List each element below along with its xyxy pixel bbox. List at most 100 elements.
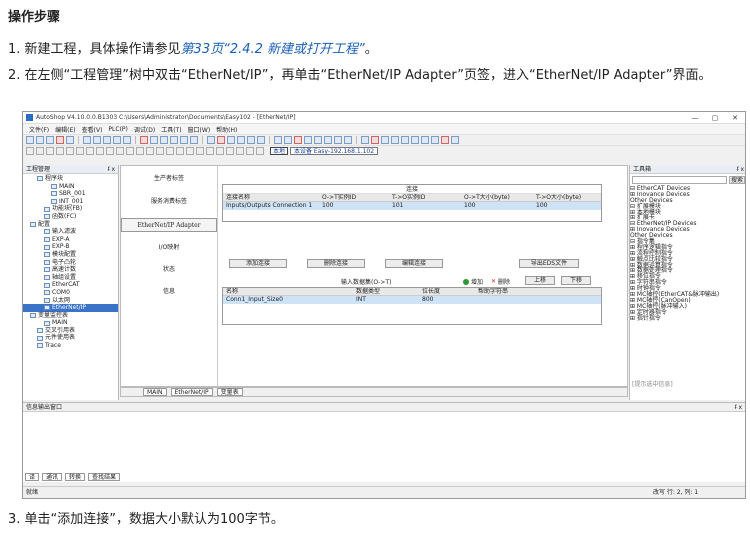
toolbar-button-icon[interactable] — [26, 136, 34, 144]
toolbar-button-icon[interactable] — [46, 136, 54, 144]
move-up-button[interactable]: 上移 — [525, 276, 555, 285]
tree-item[interactable]: EXP-B — [23, 243, 118, 251]
toolbox-item[interactable]: ⊞ 指针指令 — [630, 315, 745, 322]
toolbar-button-icon[interactable] — [140, 136, 148, 144]
toolbar-button-icon[interactable] — [190, 136, 198, 144]
toolbar-button-icon[interactable] — [401, 136, 409, 144]
ladder-tool-icon[interactable] — [66, 147, 74, 155]
output-tab[interactable]: 查找结果 — [88, 473, 121, 481]
add-connection-button[interactable]: 添加连接 — [229, 259, 287, 268]
tree-item[interactable]: 变量监控表 — [23, 312, 118, 320]
tree-item[interactable]: 以太网 — [23, 297, 118, 305]
ladder-tool-icon[interactable] — [146, 147, 154, 155]
toolbar-button-icon[interactable] — [257, 136, 265, 144]
toolbox-pin-close-icon[interactable]: ᵮ x — [737, 165, 744, 173]
ladder-tool-icon[interactable] — [36, 147, 44, 155]
tree-item[interactable]: MAIN — [23, 319, 118, 327]
ladder-tool-icon[interactable] — [126, 147, 134, 155]
table-row[interactable]: Conn1_Input_Size0 INT 800 — [223, 296, 601, 304]
tree-item[interactable]: 函数(FC) — [23, 213, 118, 221]
tree-item[interactable]: 元件使用表 — [23, 334, 118, 342]
close-icon[interactable]: ✕ — [725, 114, 745, 122]
delete-item-button[interactable]: ✕ 删除 — [491, 277, 510, 286]
export-eds-button[interactable]: 导出EDS文件 — [519, 259, 579, 268]
ladder-tool-icon[interactable] — [206, 147, 214, 155]
tree-item[interactable]: 轴组设置 — [23, 274, 118, 282]
nav-item[interactable]: 信息 — [121, 285, 217, 299]
toolbar-button-icon[interactable] — [170, 136, 178, 144]
menu-item[interactable]: 帮助(H) — [216, 125, 237, 134]
nav-item[interactable]: EtherNet/IP Adapter — [121, 218, 217, 232]
tree-item[interactable]: EtherNet/IP — [23, 304, 118, 312]
ladder-tool-icon[interactable] — [96, 147, 104, 155]
toolbar-button-icon[interactable] — [314, 136, 322, 144]
toolbar-button-icon[interactable] — [66, 136, 74, 144]
toolbar-button-icon[interactable] — [441, 136, 449, 144]
toolbar-button-icon[interactable] — [113, 136, 121, 144]
ladder-tool-icon[interactable] — [166, 147, 174, 155]
nav-item[interactable]: 生产者标签 — [121, 172, 217, 186]
toolbar-button-icon[interactable] — [361, 136, 369, 144]
document-tab[interactable]: EtherNet/IP — [170, 388, 213, 396]
ladder-tool-icon[interactable] — [136, 147, 144, 155]
toolbar-button-icon[interactable] — [237, 136, 245, 144]
tree-item[interactable]: 功能块(FB) — [23, 205, 118, 213]
pane-pin-close-icon[interactable]: ᵮ x — [108, 165, 115, 173]
toolbar-button-icon[interactable] — [324, 136, 332, 144]
ladder-tool-icon[interactable] — [186, 147, 194, 155]
tree-item[interactable]: 模块配置 — [23, 251, 118, 259]
menu-item[interactable]: 编辑(E) — [55, 125, 75, 134]
menu-item[interactable]: 文件(F) — [29, 125, 49, 134]
tree-item[interactable]: EXP-A — [23, 236, 118, 244]
tree-item[interactable]: 输入滤波 — [23, 228, 118, 236]
menu-item[interactable]: 窗口(W) — [188, 125, 211, 134]
toolbar-button-icon[interactable] — [247, 136, 255, 144]
toolbox-search-input[interactable] — [632, 176, 727, 184]
menu-item[interactable]: 调试(D) — [134, 125, 155, 134]
add-item-button[interactable]: 增加 — [463, 277, 483, 286]
maximize-icon[interactable]: ▢ — [705, 114, 725, 122]
toolbar-button-icon[interactable] — [284, 136, 292, 144]
output-tab[interactable]: 转换 — [65, 473, 86, 481]
toolbar-button-icon[interactable] — [36, 136, 44, 144]
ladder-tool-icon[interactable] — [116, 147, 124, 155]
tree-item[interactable]: 程序块 — [23, 175, 118, 183]
tree-item[interactable]: MAIN — [23, 183, 118, 191]
document-tab[interactable]: 变量表 — [216, 388, 243, 396]
ladder-tool-icon[interactable] — [256, 147, 264, 155]
table-row[interactable]: Inputs/Outputs Connection 1 100 101 100 100 — [223, 202, 601, 210]
toolbar-button-icon[interactable] — [411, 136, 419, 144]
toolbar-button-icon[interactable] — [421, 136, 429, 144]
toolbar-button-icon[interactable] — [227, 136, 235, 144]
nav-item[interactable]: 状态 — [121, 263, 217, 277]
delete-connection-button[interactable]: 删除连接 — [307, 259, 365, 268]
ladder-tool-icon[interactable] — [196, 147, 204, 155]
toolbar-button-icon[interactable] — [103, 136, 111, 144]
toolbar-button-icon[interactable] — [391, 136, 399, 144]
ladder-tool-icon[interactable] — [156, 147, 164, 155]
ladder-tool-icon[interactable] — [226, 147, 234, 155]
tree-item[interactable]: EtherCAT — [23, 281, 118, 289]
ladder-tool-icon[interactable] — [56, 147, 64, 155]
toolbar-button-icon[interactable] — [160, 136, 168, 144]
toolbar-button-icon[interactable] — [207, 136, 215, 144]
toolbar-button-icon[interactable] — [371, 136, 379, 144]
menu-item[interactable]: PLC(P) — [108, 126, 127, 133]
step-1-link[interactable]: 第33页“2.4.2 新建或打开工程” — [181, 42, 365, 57]
toolbar-button-icon[interactable] — [180, 136, 188, 144]
menu-item[interactable]: 查看(V) — [82, 125, 103, 134]
toolbox-search-button[interactable]: 搜索 — [729, 176, 745, 184]
ladder-tool-icon[interactable] — [176, 147, 184, 155]
toolbar-button-icon[interactable] — [123, 136, 131, 144]
tree-item[interactable]: 高速计数 — [23, 266, 118, 274]
toolbar-button-icon[interactable] — [334, 136, 342, 144]
device-address-field[interactable]: 本设备 Easy-192.168.1.102 — [290, 147, 379, 155]
ladder-tool-icon[interactable] — [246, 147, 254, 155]
tree-item[interactable]: Trace — [23, 342, 118, 350]
toolbar-button-icon[interactable] — [217, 136, 225, 144]
ladder-tool-icon[interactable] — [26, 147, 34, 155]
ladder-tool-icon[interactable] — [106, 147, 114, 155]
move-down-button[interactable]: 下移 — [561, 276, 591, 285]
ladder-tool-icon[interactable] — [216, 147, 224, 155]
output-tab[interactable]: 通讯 — [42, 473, 63, 481]
